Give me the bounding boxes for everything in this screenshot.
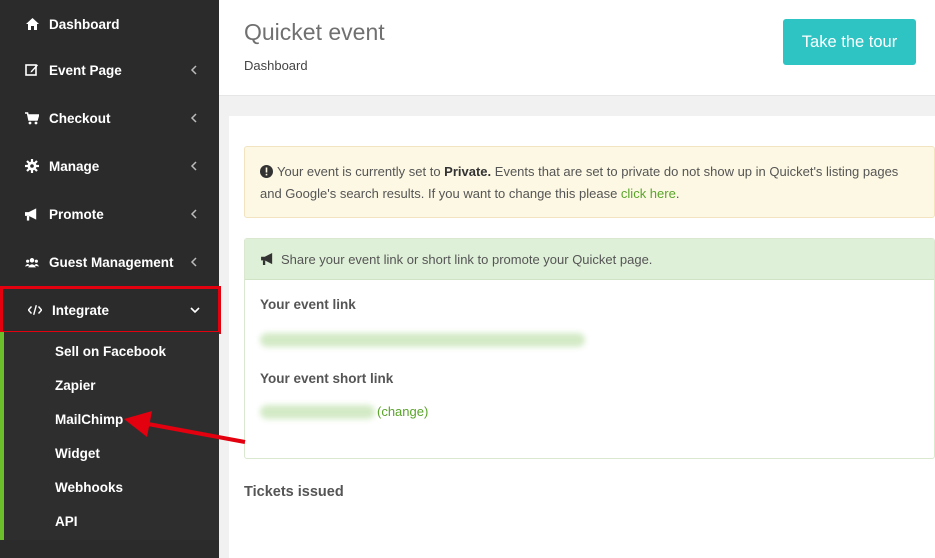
chevron-left-icon bbox=[187, 159, 201, 173]
chevron-left-icon bbox=[187, 255, 201, 269]
sidebar-item-label: Event Page bbox=[49, 62, 122, 78]
sidebar-item-integrate[interactable]: Integrate bbox=[0, 286, 221, 334]
page-header: Quicket event Dashboard Take the tour bbox=[219, 0, 935, 96]
chevron-down-icon bbox=[188, 303, 202, 317]
chevron-left-icon bbox=[187, 63, 201, 77]
sidebar-item-label: Integrate bbox=[52, 302, 110, 318]
gear-icon bbox=[25, 159, 39, 173]
sidebar-item-promote[interactable]: Promote bbox=[0, 190, 219, 238]
submenu-item-mailchimp[interactable]: MailChimp bbox=[55, 412, 123, 427]
alert-status: Private. bbox=[444, 164, 492, 179]
sidebar: Dashboard Event Page Checkout Manage Pro… bbox=[0, 0, 221, 558]
chevron-left-icon bbox=[187, 111, 201, 125]
take-the-tour-button[interactable]: Take the tour bbox=[783, 19, 916, 65]
sidebar-item-label: Dashboard bbox=[49, 16, 120, 32]
sidebar-item-checkout[interactable]: Checkout bbox=[0, 94, 219, 142]
edit-icon bbox=[25, 63, 39, 77]
sidebar-item-dashboard[interactable]: Dashboard bbox=[0, 0, 219, 48]
breadcrumb[interactable]: Dashboard bbox=[244, 58, 308, 73]
sidebar-item-manage[interactable]: Manage bbox=[0, 142, 219, 190]
exclamation-circle-icon bbox=[260, 164, 273, 184]
click-here-link[interactable]: click here bbox=[621, 186, 676, 201]
code-icon bbox=[28, 303, 42, 317]
private-event-alert: Your event is currently set to Private. … bbox=[244, 146, 935, 218]
event-link-blurred[interactable] bbox=[260, 333, 585, 347]
sidebar-item-label: Guest Management bbox=[49, 254, 174, 270]
integrate-submenu: Sell on Facebook Zapier MailChimp Widget… bbox=[0, 332, 219, 540]
alert-suffix: . bbox=[675, 186, 680, 201]
sidebar-item-label: Manage bbox=[49, 158, 100, 174]
share-panel-heading-text: Share your event link or short link to p… bbox=[281, 251, 653, 267]
alert-prefix: Your event is currently set to bbox=[277, 164, 445, 179]
submenu-item-webhooks[interactable]: Webhooks bbox=[55, 480, 123, 495]
sidebar-item-event-page[interactable]: Event Page bbox=[0, 46, 219, 94]
submenu-item-sell-on-facebook[interactable]: Sell on Facebook bbox=[55, 344, 166, 359]
main-content: Your event is currently set to Private. … bbox=[229, 116, 935, 558]
submenu-item-widget[interactable]: Widget bbox=[55, 446, 100, 461]
sidebar-item-guest-management[interactable]: Guest Management bbox=[0, 238, 219, 286]
event-short-link-blurred[interactable] bbox=[260, 405, 375, 419]
chevron-left-icon bbox=[187, 207, 201, 221]
page-title: Quicket event bbox=[244, 19, 385, 45]
share-panel-heading: Share your event link or short link to p… bbox=[245, 239, 934, 280]
megaphone-icon bbox=[25, 207, 39, 221]
users-icon bbox=[25, 255, 39, 269]
submenu-item-zapier[interactable]: Zapier bbox=[55, 378, 96, 393]
home-icon bbox=[25, 17, 39, 31]
event-short-link-label: Your event short link bbox=[260, 371, 394, 386]
submenu-item-api[interactable]: API bbox=[55, 514, 78, 529]
sidebar-item-label: Checkout bbox=[49, 110, 111, 126]
event-link-label: Your event link bbox=[260, 297, 356, 312]
tickets-issued-heading: Tickets issued bbox=[244, 484, 344, 500]
cart-icon bbox=[25, 111, 39, 125]
megaphone-icon bbox=[261, 253, 275, 265]
sidebar-item-label: Promote bbox=[49, 206, 104, 222]
change-short-link-link[interactable]: (change) bbox=[377, 404, 428, 419]
share-link-panel: Share your event link or short link to p… bbox=[244, 238, 935, 459]
